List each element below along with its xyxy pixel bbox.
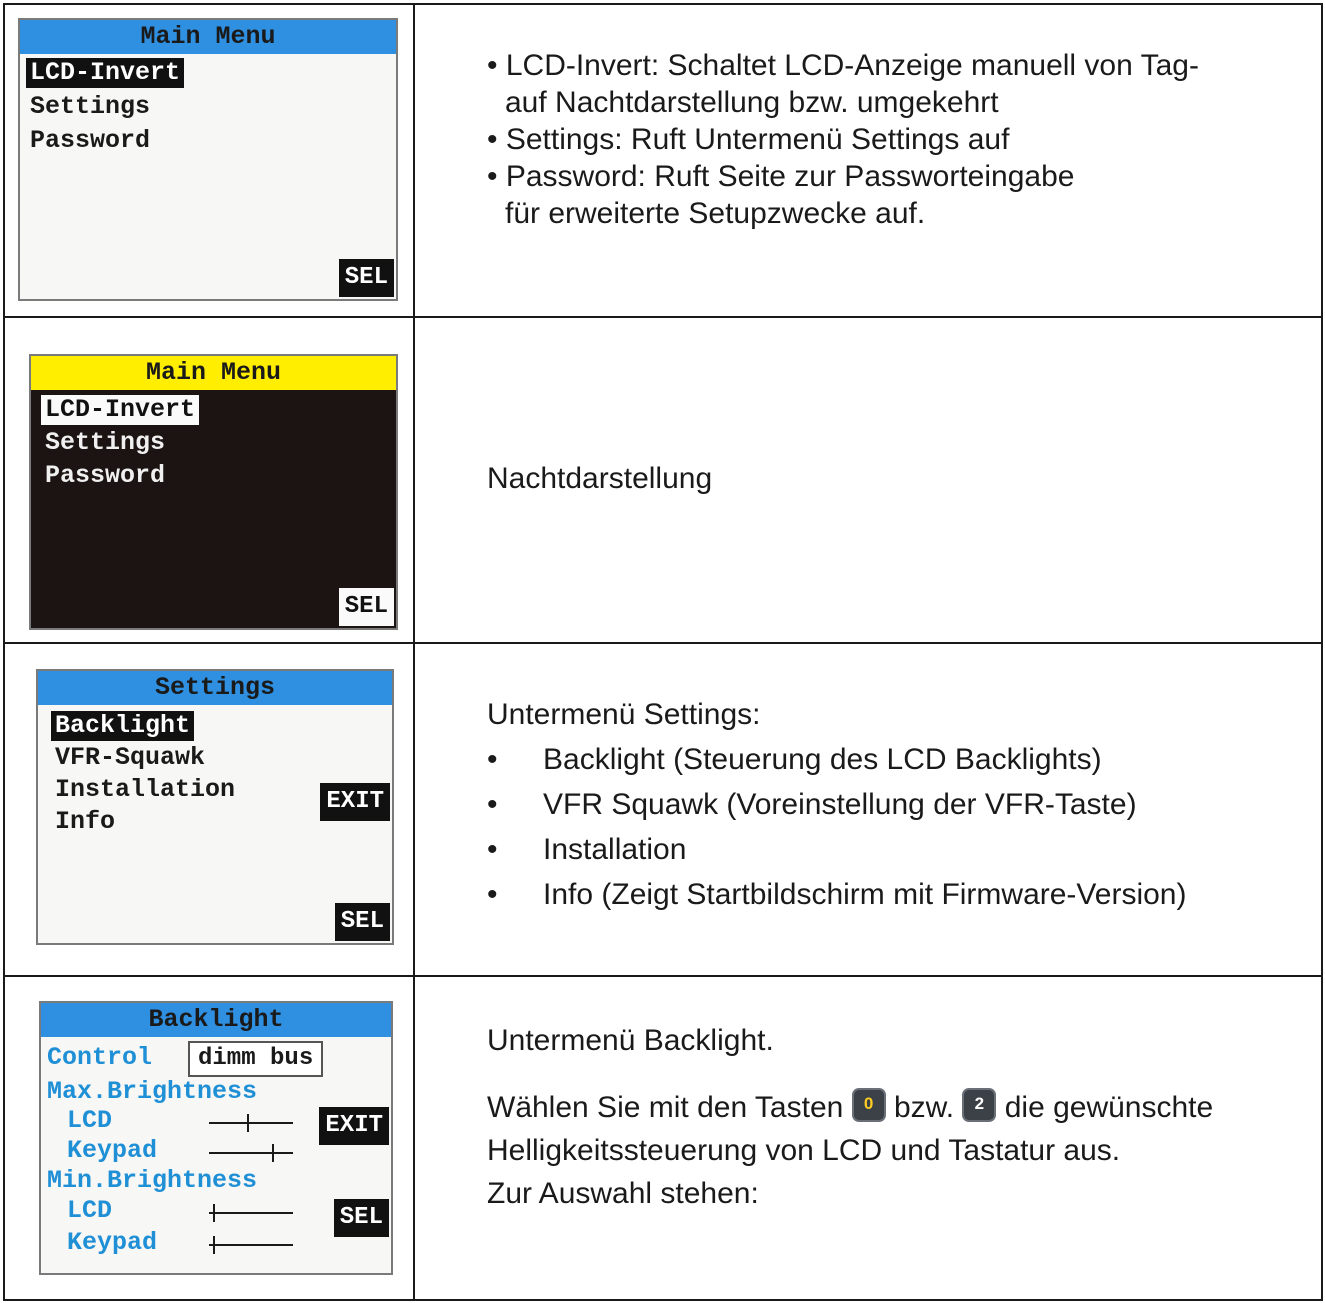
section-heading: Untermenü Settings: — [487, 698, 761, 731]
instruction-line: Wählen Sie mit den Tasten 0 bzw. 2 die g… — [487, 1086, 1213, 1129]
screen-title: Backlight — [41, 1003, 391, 1037]
list-item: • Info (Zeigt Startbildschirm mit Firmwar… — [487, 872, 1186, 917]
menu-item-lcd-invert[interactable]: LCD-Invert — [41, 395, 200, 425]
menu-item-settings[interactable]: Settings — [26, 92, 154, 122]
max-lcd-label: LCD — [67, 1106, 113, 1135]
menu-item-lcd-invert[interactable]: LCD-Invert — [26, 58, 185, 88]
bullet-line: • Settings: Ruft Untermenü Settings auf — [487, 123, 1010, 156]
screen-title: Main Menu — [31, 356, 396, 390]
screen-title: Main Menu — [20, 20, 396, 54]
min-brightness-label: Min.Brightness — [47, 1166, 258, 1195]
sel-button[interactable]: SEL — [338, 588, 394, 626]
lcd-screen-backlight: Backlight Control dimm bus Max.Brightnes… — [39, 1001, 393, 1275]
control-value-field[interactable]: dimm bus — [188, 1041, 324, 1077]
description-text: • LCD-Invert: Schaltet LCD-Anzeige manue… — [487, 47, 1199, 232]
menu-item-backlight[interactable]: Backlight — [51, 711, 195, 741]
bullet-icon: • — [487, 788, 498, 821]
instruction-line: Zur Auswahl stehen: — [487, 1177, 759, 1210]
menu-item-password[interactable]: Password — [26, 126, 154, 156]
slider-knob[interactable] — [272, 1144, 274, 1162]
description-text: Untermenü Backlight. Wählen Sie mit den … — [487, 1019, 1213, 1215]
slider-knob[interactable] — [213, 1204, 216, 1222]
min-lcd-slider[interactable] — [209, 1204, 293, 1222]
list-item: • Installation — [487, 827, 1186, 872]
menu-item-vfr-squawk[interactable]: VFR-Squawk — [51, 743, 209, 773]
sel-button[interactable]: SEL — [333, 1199, 389, 1237]
sel-button[interactable]: SEL — [334, 903, 390, 941]
min-keypad-slider[interactable] — [209, 1236, 293, 1254]
control-label: Control — [47, 1043, 153, 1072]
table-row: Backlight Control dimm bus Max.Brightnes… — [3, 975, 1323, 1301]
screen-cell: Main Menu LCD-Invert Settings Password S… — [3, 316, 415, 644]
lcd-screen-main-menu-day: Main Menu LCD-Invert Settings Password S… — [18, 18, 398, 301]
text-cell: Untermenü Backlight. Wählen Sie mit den … — [413, 975, 1323, 1301]
sel-button[interactable]: SEL — [338, 259, 394, 297]
screen-cell: Backlight Control dimm bus Max.Brightnes… — [3, 975, 415, 1301]
screen-cell: Main Menu LCD-Invert Settings Password S… — [3, 3, 415, 318]
menu-item-password[interactable]: Password — [41, 461, 169, 491]
caption-text: Nachtdarstellung — [487, 462, 713, 495]
max-lcd-slider[interactable] — [209, 1114, 293, 1132]
table-row: Settings Backlight VFR-Squawk Installati… — [3, 642, 1323, 977]
table-row: Main Menu LCD-Invert Settings Password S… — [3, 3, 1323, 318]
lcd-screen-main-menu-night: Main Menu LCD-Invert Settings Password S… — [29, 354, 398, 630]
menu-item-installation[interactable]: Installation — [51, 775, 239, 805]
bullet-line: • Password: Ruft Seite zur Passworteinga… — [487, 160, 1075, 193]
screen-title: Settings — [38, 671, 392, 705]
instruction-line: Helligkeitssteuerung von LCD und Tastatu… — [487, 1134, 1121, 1167]
list-item: • Backlight (Steuerung des LCD Backlights… — [487, 737, 1186, 782]
key-0-icon: 0 — [851, 1088, 886, 1123]
description-text: Untermenü Settings: • Backlight (Steuerun… — [487, 692, 1186, 917]
text-cell: Untermenü Settings: • Backlight (Steuerun… — [413, 642, 1323, 977]
bullet-line: • LCD-Invert: Schaltet LCD-Anzeige manue… — [487, 49, 1199, 82]
slider-knob[interactable] — [213, 1236, 216, 1254]
max-brightness-label: Max.Brightness — [47, 1077, 258, 1106]
exit-button[interactable]: EXIT — [320, 783, 390, 821]
max-keypad-slider[interactable] — [209, 1144, 293, 1162]
text-cell: • LCD-Invert: Schaltet LCD-Anzeige manue… — [413, 3, 1323, 318]
manual-table: Main Menu LCD-Invert Settings Password S… — [3, 3, 1323, 1301]
exit-button[interactable]: EXIT — [319, 1107, 389, 1145]
lcd-screen-settings: Settings Backlight VFR-Squawk Installati… — [36, 669, 394, 945]
bullet-icon: • — [487, 878, 498, 911]
slider-knob[interactable] — [246, 1114, 249, 1132]
list-item: • VFR Squawk (Voreinstellung der VFR-Tast… — [487, 782, 1186, 827]
key-2-icon: 2 — [962, 1088, 997, 1123]
text-cell: Nachtdarstellung — [413, 316, 1323, 644]
min-keypad-label: Keypad — [67, 1228, 158, 1257]
bullet-continuation: für erweiterte Setupzwecke auf. — [505, 197, 926, 230]
bullet-icon: • — [487, 833, 498, 866]
table-row: Main Menu LCD-Invert Settings Password S… — [3, 316, 1323, 644]
max-keypad-label: Keypad — [67, 1136, 158, 1165]
min-lcd-label: LCD — [67, 1196, 113, 1225]
bullet-continuation: auf Nachtdarstellung bzw. umgekehrt — [505, 86, 999, 119]
menu-item-info[interactable]: Info — [51, 807, 119, 837]
section-heading: Untermenü Backlight. — [487, 1024, 774, 1057]
screen-cell: Settings Backlight VFR-Squawk Installati… — [3, 642, 415, 977]
menu-item-settings[interactable]: Settings — [41, 428, 169, 458]
bullet-icon: • — [487, 743, 498, 776]
